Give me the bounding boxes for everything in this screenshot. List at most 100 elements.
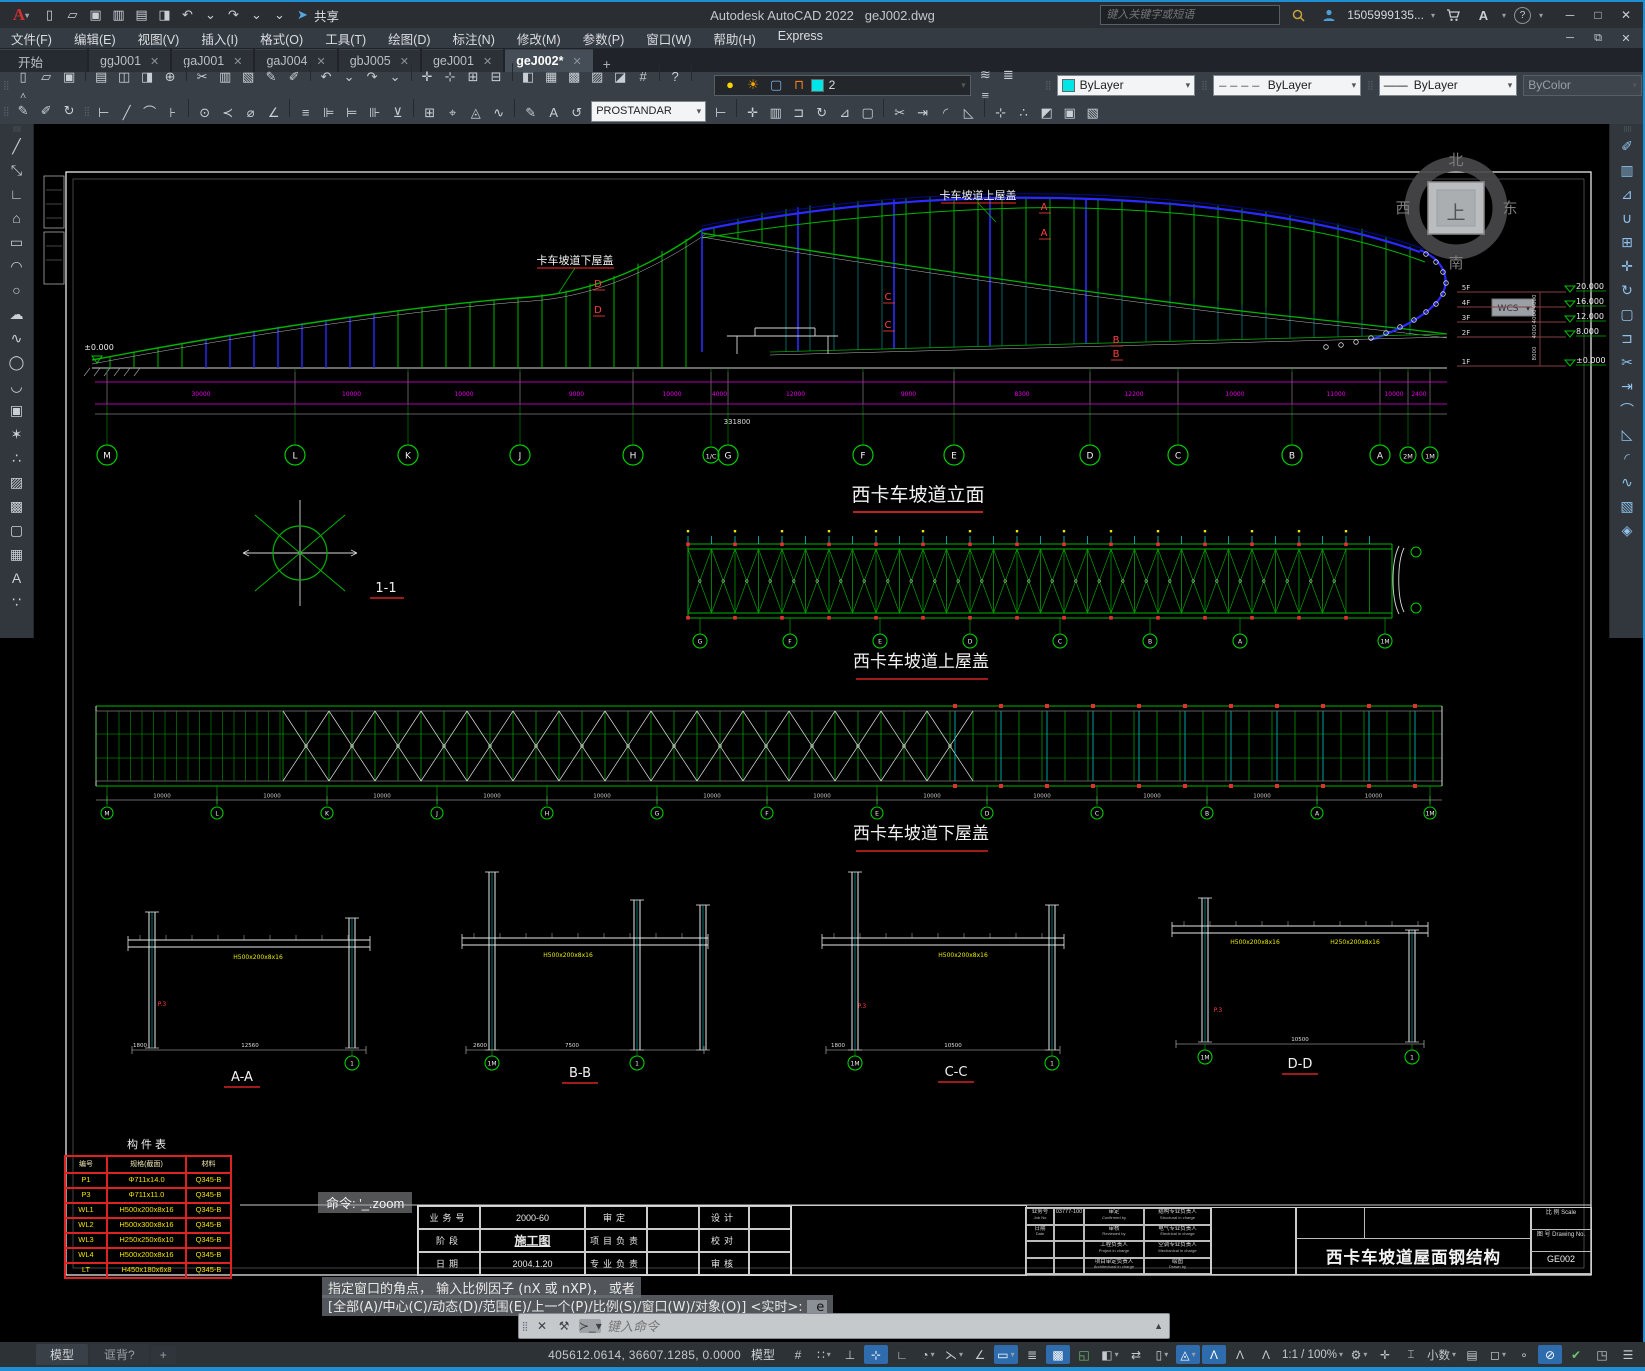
menu-d[interactable]: 绘图(D)	[377, 27, 441, 50]
dim-jogged-icon[interactable]: ≺	[217, 103, 238, 123]
command-expand-icon[interactable]: ▲	[1148, 1321, 1169, 1331]
mirror-icon[interactable]: ⊿	[1615, 182, 1639, 206]
trim-icon[interactable]: ✂	[1615, 350, 1639, 374]
circle-icon[interactable]: ○	[5, 278, 29, 302]
toolbar-grip[interactable]: ⣿	[1045, 80, 1052, 91]
stretch-icon[interactable]: ⊐	[1615, 326, 1639, 350]
move-icon[interactable]: ✛	[742, 103, 763, 123]
linetype-combo[interactable]: －－－－ ByLayer ▾	[1212, 74, 1362, 96]
properties-icon[interactable]: ◧	[518, 67, 539, 87]
annotation-monitor-icon[interactable]: ✛	[1373, 1345, 1397, 1364]
model-space-label[interactable]: 模型	[751, 1346, 775, 1363]
explode-icon[interactable]: ▧	[1615, 494, 1639, 518]
layer-lock-icon[interactable]: ⊓	[789, 75, 810, 95]
point-style-icon[interactable]: ∵	[5, 590, 29, 614]
grid-icon[interactable]: #	[786, 1345, 810, 1364]
menu-m[interactable]: 修改(M)	[506, 27, 572, 50]
scale-icon[interactable]: ▢	[1615, 302, 1639, 326]
center-mark-icon[interactable]: ⌖	[442, 103, 463, 123]
undo-icon[interactable]: ↶	[316, 67, 337, 87]
explode-icon[interactable]: ▧	[1082, 103, 1103, 123]
menu-h[interactable]: 帮助(H)	[702, 27, 766, 50]
dim-style-manager-icon[interactable]: ⊢	[710, 103, 731, 123]
isolate-objects-icon[interactable]: ∘	[1512, 1345, 1536, 1364]
toolbar-grip[interactable]: ⣿	[3, 80, 10, 91]
close-button[interactable]: ✕	[1613, 6, 1639, 24]
redo-icon[interactable]: ↷	[362, 67, 383, 87]
dim-text-angle-icon[interactable]: A	[543, 103, 564, 123]
command-customize-icon[interactable]: ⚒	[553, 1319, 575, 1333]
layer-properties-icon[interactable]: ≋	[975, 65, 996, 85]
menu-w[interactable]: 窗口(W)	[635, 27, 702, 50]
gizmo-icon[interactable]: ◬ ▾	[1175, 1345, 1200, 1364]
pan-icon[interactable]: ✛	[417, 67, 438, 87]
command-input[interactable]	[605, 1317, 1149, 1335]
construction-line-icon[interactable]: ⤡	[5, 158, 29, 182]
redo-dropdown-icon[interactable]: ⌄	[385, 67, 406, 87]
dim-edit-2-icon[interactable]: ✎	[520, 103, 541, 123]
markup-import-icon[interactable]: ◪	[610, 67, 631, 87]
help-icon[interactable]: ?	[665, 67, 686, 87]
menu-v[interactable]: 视图(V)	[127, 27, 191, 50]
search-icon[interactable]	[1288, 5, 1309, 25]
copy-clip-icon[interactable]: ▥	[215, 67, 236, 87]
plotstyle-combo[interactable]: ByColor ▾	[1523, 74, 1642, 96]
ellipse-arc-icon[interactable]: ◡	[5, 374, 29, 398]
revision-cloud-icon[interactable]: ☁	[5, 302, 29, 326]
rotate-icon[interactable]: ↻	[811, 103, 832, 123]
sheet-set-manager-icon[interactable]: ▨	[587, 67, 608, 87]
snap-mode-icon[interactable]: ∷ ▾	[812, 1345, 836, 1364]
match-properties-icon[interactable]: ✎	[261, 67, 282, 87]
hatch-icon[interactable]: ▨	[5, 470, 29, 494]
annotation-scale-icon-icon[interactable]: Λ	[1254, 1345, 1278, 1364]
account-caret-icon[interactable]: ▾	[1431, 11, 1435, 20]
create-block-icon[interactable]: ✶	[5, 422, 29, 446]
cart-icon[interactable]	[1443, 5, 1464, 25]
redo-dropdown-icon[interactable]: ⌄	[246, 5, 267, 25]
dim-ordinate-icon[interactable]: ⊦	[162, 103, 183, 123]
plot-icon[interactable]: ▤	[91, 67, 112, 87]
transparency-icon[interactable]: ▩	[1045, 1345, 1070, 1364]
clean-screen-icon[interactable]: ◳	[1590, 1345, 1614, 1364]
3d-box-icon[interactable]: ◈	[1615, 518, 1639, 542]
spline-icon[interactable]: ∿	[5, 326, 29, 350]
insert-block-icon[interactable]: ▣	[5, 398, 29, 422]
erase-icon[interactable]: ✐	[1615, 134, 1639, 158]
share-button[interactable]: 共享	[314, 6, 339, 25]
toolbar-grip[interactable]: ⠿⠿	[1623, 126, 1632, 134]
quick-calc-icon[interactable]: #	[633, 67, 654, 87]
dim-angular-icon[interactable]: ∠	[263, 103, 284, 123]
extend-icon[interactable]: ⇥	[912, 103, 933, 123]
maximize-button[interactable]: □	[1585, 6, 1611, 24]
hardware-accel-icon[interactable]: ✔	[1564, 1345, 1588, 1364]
help-icon[interactable]: ?	[1513, 6, 1531, 24]
new-file-icon[interactable]: ▯	[39, 5, 60, 25]
lineweight-display-icon[interactable]: ≣	[1020, 1345, 1044, 1364]
dim-edit-icon[interactable]: ✎	[13, 101, 34, 121]
toolbar-grip[interactable]: ⣿	[84, 106, 91, 117]
undo-dropdown-icon[interactable]: ⌄	[200, 5, 221, 25]
toolbar-grip[interactable]: ⣿	[1367, 80, 1374, 91]
menu-t[interactable]: 工具(T)	[314, 27, 377, 50]
dim-text-edit-icon[interactable]: ✐	[36, 101, 57, 121]
qnew-icon[interactable]: ▯	[13, 67, 34, 87]
wipeout-icon[interactable]: ◩	[1036, 103, 1057, 123]
ellipse-icon[interactable]: ◯	[5, 350, 29, 374]
layer-on-icon[interactable]: ●	[720, 75, 741, 95]
toolbar-grip[interactable]: ⣿	[1201, 80, 1208, 91]
qsave-icon[interactable]: ▣	[59, 67, 80, 87]
menu-express[interactable]: Express	[767, 27, 834, 50]
quick-dim-icon[interactable]: ≡	[295, 103, 316, 123]
command-line[interactable]: ⣿ ✕ ⚒ ≻_▾ ▲	[518, 1313, 1170, 1339]
menu-i[interactable]: 插入(I)	[190, 27, 249, 50]
etransmit-icon[interactable]: ⊕	[160, 67, 181, 87]
design-center-icon[interactable]: ▦	[541, 67, 562, 87]
open-file-icon[interactable]: ▱	[62, 5, 83, 25]
menu-e[interactable]: 编辑(E)	[63, 27, 127, 50]
boundary-icon[interactable]: ▣	[1059, 103, 1080, 123]
point-icon[interactable]: ∴	[5, 446, 29, 470]
command-recent-icon[interactable]: ≻_▾	[579, 1319, 602, 1333]
array-icon[interactable]: ⊞	[1615, 230, 1639, 254]
dim-style-caret-icon[interactable]: ▾	[691, 106, 702, 117]
copy-icon[interactable]: ▥	[1615, 158, 1639, 182]
